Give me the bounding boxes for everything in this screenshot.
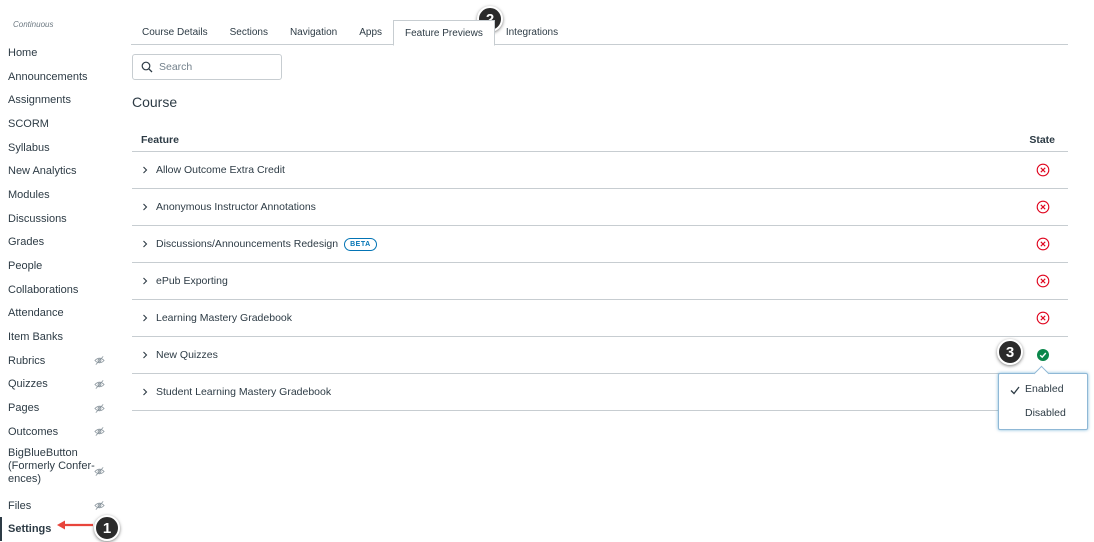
search-icon: [141, 61, 153, 73]
eye-slash-icon: [94, 501, 105, 510]
state-dropdown-menu: Enabled Disabled: [998, 373, 1088, 430]
section-title: Course: [132, 94, 178, 110]
sidebar-item-outcomes[interactable]: Outcomes: [0, 420, 118, 444]
sidebar-item-label: People: [8, 260, 43, 273]
sidebar-item-label: Discussions: [8, 212, 67, 225]
sidebar-item-grades[interactable]: Grades: [0, 231, 118, 255]
sidebar-item-label: New Analytics: [8, 165, 77, 178]
chevron-right-icon: [143, 203, 148, 211]
search-box: [132, 54, 282, 80]
tab-integrations[interactable]: Integrations: [495, 20, 569, 45]
sidebar-item-label: Home: [8, 46, 38, 59]
chevron-right-icon: [143, 240, 148, 248]
tab-feature-previews[interactable]: Feature Previews: [393, 20, 495, 46]
sidebar-item-bigbluebutton[interactable]: BigBlueButton (Formerly Confer- ences): [0, 444, 118, 494]
sidebar-item-label: Grades: [8, 236, 45, 249]
feature-name: Allow Outcome Extra Credit: [156, 164, 285, 176]
sidebar-item-label: Collaborations: [8, 283, 79, 296]
table-row[interactable]: ePub Exporting: [132, 263, 1068, 300]
sidebar-item-discussions[interactable]: Discussions: [0, 207, 118, 231]
checkmark-icon: [1010, 386, 1020, 395]
disabled-x-icon[interactable]: [1036, 311, 1050, 325]
menu-item-disabled[interactable]: Disabled: [1025, 407, 1066, 419]
table-row[interactable]: New Quizzes: [132, 337, 1068, 374]
sidebar-item-label: Attendance: [8, 307, 64, 320]
chevron-right-icon: [143, 314, 148, 322]
feature-column-header: Feature: [141, 134, 179, 146]
callout-badge-1: 1: [94, 515, 120, 541]
chevron-right-icon: [143, 351, 148, 359]
sidebar-item-pages[interactable]: Pages: [0, 396, 118, 420]
beta-badge: BETA: [344, 237, 377, 251]
chevron-right-icon: [143, 388, 148, 396]
search-input[interactable]: [159, 61, 269, 73]
sidebar-item-item-banks[interactable]: Item Banks: [0, 325, 118, 349]
menu-item-enabled[interactable]: Enabled: [1025, 383, 1064, 395]
settings-tabs: Course Details Sections Navigation Apps …: [131, 20, 1068, 46]
table-row[interactable]: Allow Outcome Extra Credit: [132, 152, 1068, 189]
feature-name: Student Learning Mastery Gradebook: [156, 386, 332, 398]
feature-name: New Quizzes: [156, 349, 218, 361]
sidebar-item-label: Assignments: [8, 94, 71, 107]
sidebar-item-scorm[interactable]: SCORM: [0, 112, 118, 136]
sidebar-item-label: Quizzes: [8, 378, 48, 391]
table-row[interactable]: Student Learning Mastery Gradebook: [132, 374, 1068, 411]
course-navigation-sidebar: Continuous Home Announcements Assignment…: [0, 0, 118, 542]
term-label: Continuous: [13, 20, 54, 29]
feature-name: Discussions/Announcements Redesign: [156, 238, 339, 250]
enabled-check-icon[interactable]: [1036, 348, 1050, 362]
sidebar-item-label: Rubrics: [8, 354, 46, 367]
chevron-right-icon: [143, 277, 148, 285]
sidebar-item-label: Files: [8, 499, 32, 512]
disabled-x-icon[interactable]: [1036, 200, 1050, 214]
eye-slash-icon: [94, 356, 105, 366]
state-column-header: State: [1029, 134, 1055, 146]
disabled-x-icon[interactable]: [1036, 274, 1050, 288]
sidebar-item-label: Outcomes: [8, 425, 59, 438]
tab-course-details[interactable]: Course Details: [131, 20, 219, 45]
eye-slash-icon: [94, 403, 105, 413]
sidebar-item-people[interactable]: People: [0, 254, 118, 278]
eye-slash-icon: [94, 427, 105, 437]
eye-slash-icon: [94, 380, 105, 389]
feature-name: ePub Exporting: [156, 275, 228, 287]
sidebar-item-rubrics[interactable]: Rubrics: [0, 349, 118, 373]
sidebar-item-announcements[interactable]: Announcements: [0, 65, 118, 89]
tab-sections[interactable]: Sections: [219, 20, 279, 45]
sidebar-item-quizzes[interactable]: Quizzes: [0, 373, 118, 397]
callout-arrow-icon: [57, 520, 93, 530]
tab-apps[interactable]: Apps: [348, 20, 393, 45]
feature-name: Anonymous Instructor Annotations: [156, 201, 316, 213]
feature-name: Learning Mastery Gradebook: [156, 312, 292, 324]
sidebar-item-label: Syllabus: [8, 141, 50, 154]
sidebar-item-label: Announcements: [8, 70, 88, 83]
sidebar-item-modules[interactable]: Modules: [0, 183, 118, 207]
sidebar-item-label: Item Banks: [8, 331, 64, 344]
tab-navigation[interactable]: Navigation: [279, 20, 348, 45]
sidebar-item-label: Settings: [8, 523, 52, 536]
disabled-x-icon[interactable]: [1036, 163, 1050, 177]
sidebar-item-assignments[interactable]: Assignments: [0, 88, 118, 112]
table-row[interactable]: Anonymous Instructor Annotations: [132, 189, 1068, 226]
feature-table: Feature State Allow Outcome Extra Credit…: [132, 128, 1068, 411]
sidebar-item-label: SCORM: [8, 117, 49, 130]
sidebar-item-new-analytics[interactable]: New Analytics: [0, 159, 118, 183]
sidebar-item-files[interactable]: Files: [0, 494, 118, 518]
table-header: Feature State: [132, 128, 1068, 152]
sidebar-item-collaborations[interactable]: Collaborations: [0, 278, 118, 302]
chevron-right-icon: [143, 166, 148, 174]
sidebar-item-label: Modules: [8, 188, 50, 201]
disabled-x-icon[interactable]: [1036, 237, 1050, 251]
sidebar-item-syllabus[interactable]: Syllabus: [0, 136, 118, 160]
sidebar-item-label: BigBlueButton (Formerly Confer- ences): [8, 446, 95, 485]
sidebar-item-home[interactable]: Home: [0, 41, 118, 65]
table-row[interactable]: Discussions/Announcements Redesign BETA: [132, 226, 1068, 263]
table-row[interactable]: Learning Mastery Gradebook: [132, 300, 1068, 337]
sidebar-item-label: Pages: [8, 402, 40, 415]
sidebar-item-attendance[interactable]: Attendance: [0, 302, 118, 326]
sidebar-list: Home Announcements Assignments SCORM Syl…: [0, 41, 118, 542]
eye-slash-icon: [94, 466, 105, 476]
